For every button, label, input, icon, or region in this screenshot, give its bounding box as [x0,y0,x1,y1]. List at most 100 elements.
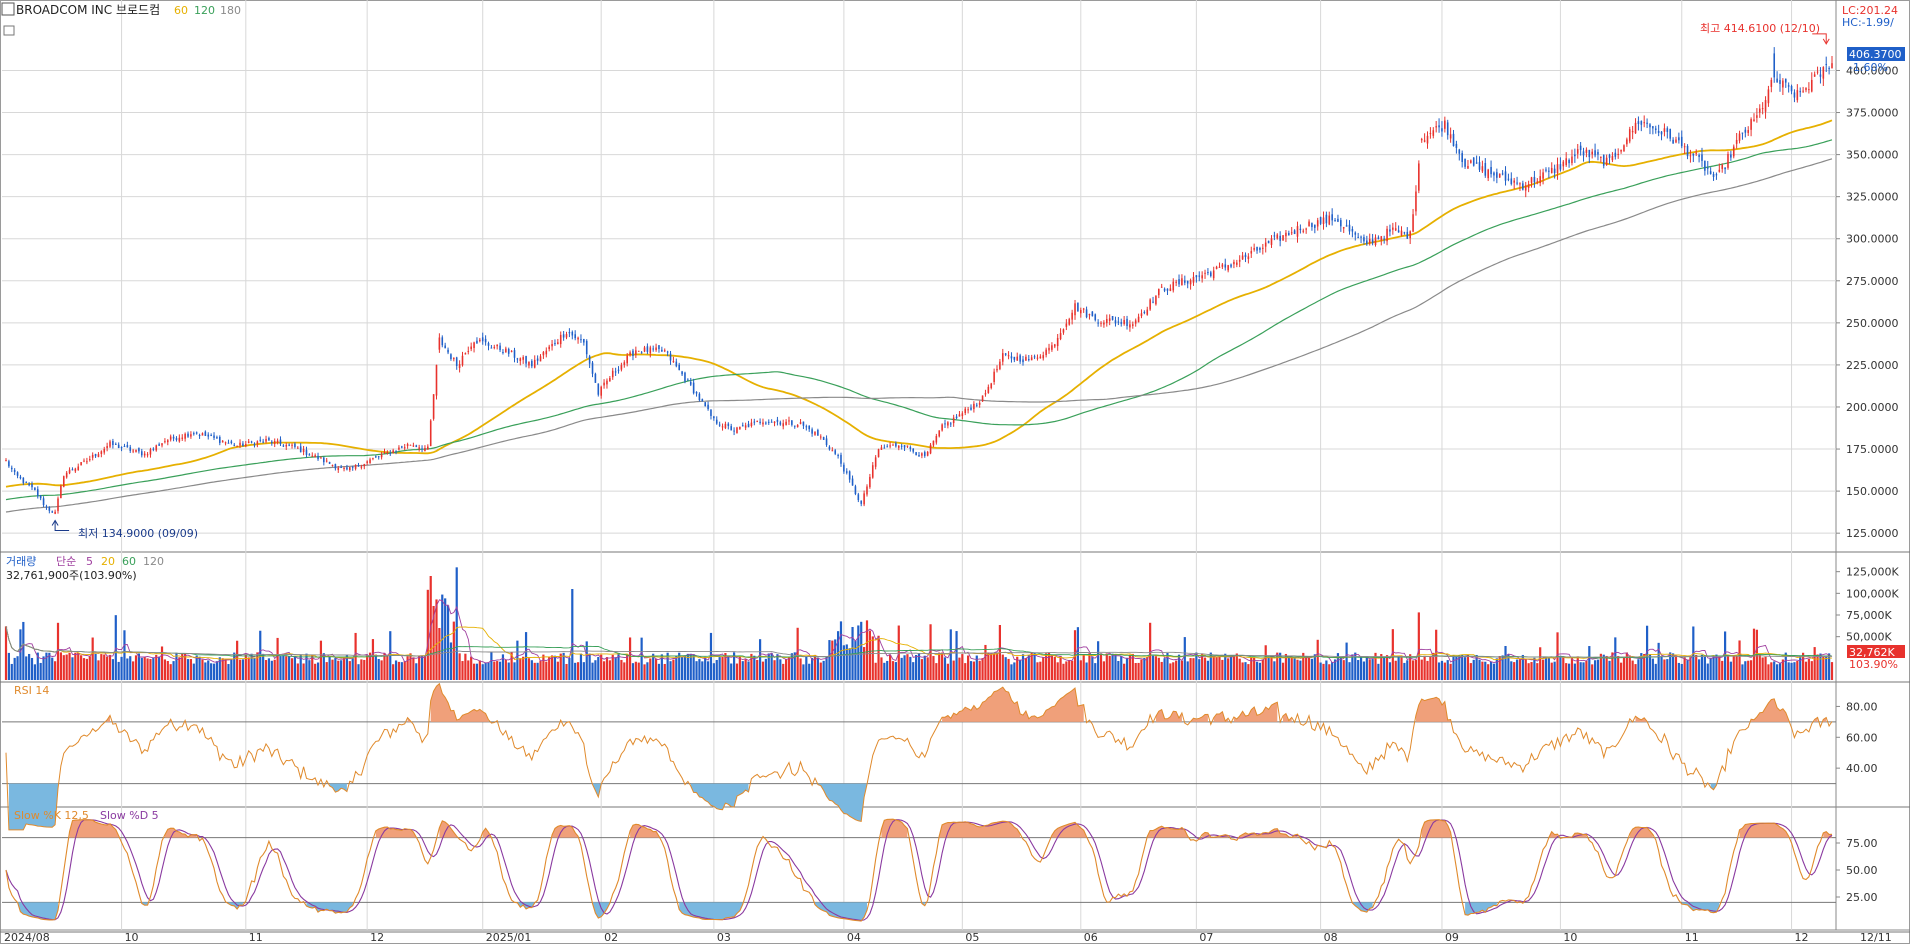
volume-bar [637,662,640,680]
volume-bar [1270,657,1273,680]
volume-bar [1163,658,1166,680]
volume-bar [1420,659,1423,680]
candle-body [1444,120,1446,129]
volume-bar [1686,660,1689,680]
candle-body [1799,91,1802,93]
candle-body [161,443,163,446]
volume-bar [828,640,831,680]
candle-body [106,446,108,449]
change-pct: -1.60% [1849,61,1888,74]
candle-body [1426,135,1429,144]
candle-body [1741,132,1744,134]
volume-bar [54,661,57,680]
price-tick-label: 225.0000 [1846,359,1899,372]
candle-body [334,464,337,469]
grid-toggle-icon[interactable] [3,25,15,36]
volume-bar [155,654,158,680]
volume-bar [1816,654,1819,680]
candle-body [623,362,626,365]
volume-bar [1400,657,1403,680]
volume-bar [591,662,594,680]
candle-body [1449,134,1452,139]
candle-body [1441,128,1443,132]
candle-body [1400,230,1403,236]
candle-body [1686,145,1689,157]
candle-body [1545,169,1547,171]
price-panel[interactable] [5,33,1833,532]
candle-body [507,348,510,354]
volume-bar [328,656,331,680]
stock-chart[interactable]: 2024/08 10 11 12 2025/01 02 03 04 05 06 07 08 09 10 11… [0,0,1910,944]
volume-bar [1345,642,1348,680]
volume-bar [481,664,484,680]
candle-body [1588,149,1591,158]
candle-body [398,447,400,450]
candle-body [663,350,666,352]
volume-bar [1807,658,1810,680]
candle-body [1354,232,1357,235]
candle-body [484,338,487,343]
candle-body [1423,140,1426,142]
candle-body [1195,275,1198,278]
candle-body [68,469,71,474]
candle-body [57,498,59,512]
candle-body [230,441,233,444]
volume-bar [634,661,637,680]
candle-body [1822,67,1825,79]
x-tick-label: 08 [1324,931,1338,944]
candle-body [51,511,54,513]
volume-bar [100,654,103,680]
candle-body [490,347,493,349]
candle-body [1403,232,1406,234]
candle-body [1724,167,1726,170]
volume-bar [1475,654,1478,680]
volume-bar [874,662,877,680]
candle-body [701,399,704,402]
candle-body [1435,126,1437,128]
candle-body [819,436,822,438]
candle-body [453,358,455,360]
volume-bar [285,656,288,680]
candle-body [1406,231,1409,239]
candle-body [1576,149,1579,154]
volume-bar [958,657,961,680]
volume-bar [718,657,721,680]
candle-body [571,331,574,336]
volume-bar [946,663,949,680]
candle-body [1238,259,1241,262]
candle-body [1698,155,1700,157]
candle-body [1386,228,1388,242]
volume-bar [1677,662,1680,680]
volume-bar [351,658,354,680]
candle-body [1085,309,1088,318]
volume-bar [1819,653,1822,680]
candle-body [646,346,649,352]
candle-body [1311,223,1313,228]
volume-bar [1539,647,1542,680]
candle-body [551,343,553,347]
vol-ma120-label: 120 [143,555,164,568]
candle-body [554,342,556,345]
candle-body [1264,242,1267,247]
volume-bar [1735,656,1738,680]
candle-body [1429,133,1432,135]
candle-body [178,437,181,442]
volume-bar [394,660,398,680]
volume-bar [1010,664,1013,680]
x-tick-label: 07 [1199,931,1213,944]
volume-bar [1611,652,1614,680]
rsi-title: RSI 14 [14,684,49,697]
volume-bar [1255,661,1259,680]
candle-body [1455,143,1458,148]
candle-body [320,457,322,459]
volume-bar [848,648,851,680]
candle-body [900,445,903,447]
volume-panel[interactable] [4,567,1834,680]
volume-bar [626,654,629,680]
candle-body [418,447,420,449]
volume-bar [522,656,525,680]
menu-icon[interactable] [1,2,15,16]
volume-bar [1253,657,1256,680]
volume-bar [504,659,507,680]
candle-body [1574,154,1576,157]
